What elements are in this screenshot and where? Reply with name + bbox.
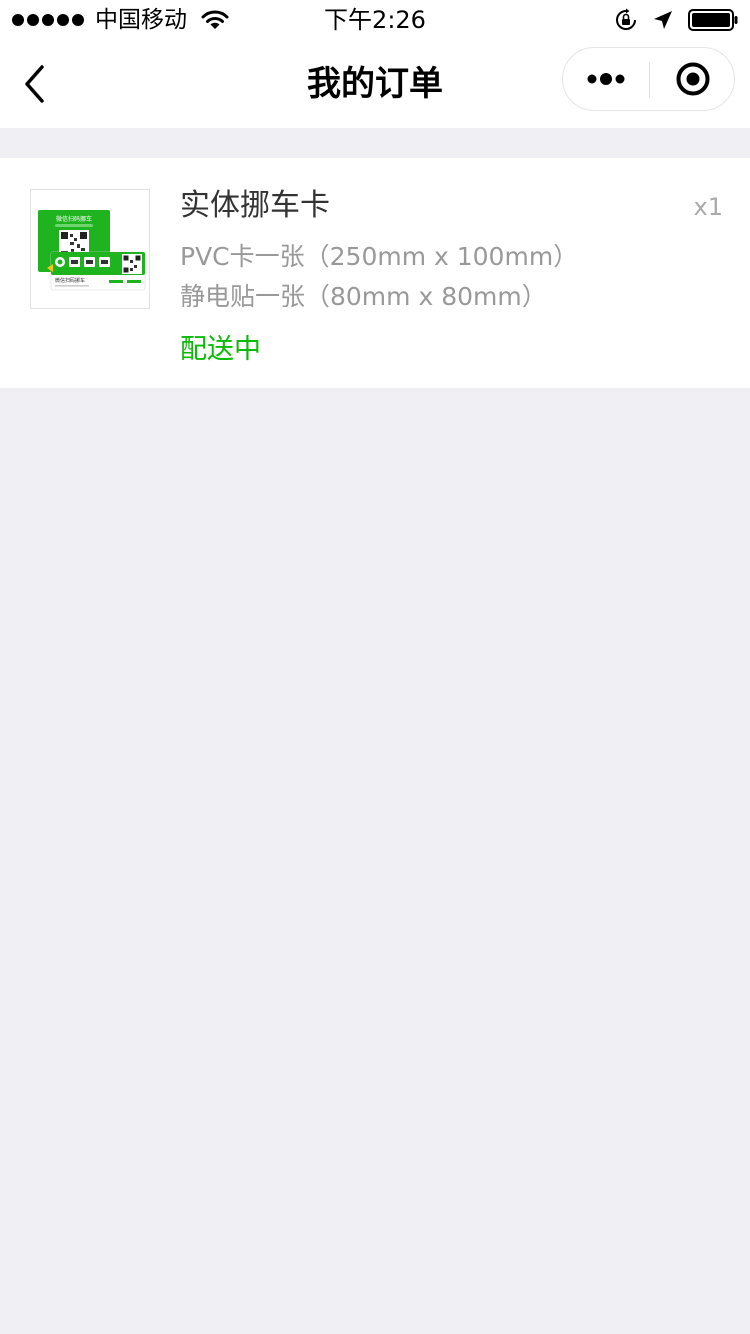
orientation-lock-icon [616, 8, 636, 30]
thumb-sticker-title: 微信扫码挪车 [55, 277, 85, 284]
thumb-card-title: 微信扫码挪车 [56, 215, 92, 223]
product-spec: 静电贴一张（80mm x 80mm） [180, 282, 547, 311]
more-button[interactable] [563, 48, 649, 110]
status-bar: 中国移动 下午2:26 [0, 0, 750, 40]
parking-card-image: 微信扫码挪车 微信扫码挪车 [31, 190, 149, 308]
product-name: 实体挪车卡 [180, 188, 330, 223]
more-dots-icon [587, 73, 625, 85]
order-item[interactable]: 微信扫码挪车 微信扫码挪车 实体挪车卡 x1 PVC卡一张（250mm x 10… [0, 158, 750, 388]
product-spec: PVC卡一张（250mm x 100mm） [180, 242, 579, 271]
location-arrow-icon [654, 11, 672, 29]
record-circle-icon [676, 62, 709, 96]
order-status: 配送中 [180, 334, 261, 365]
close-mini-program-button[interactable] [650, 48, 735, 110]
status-bar-right [614, 6, 738, 34]
product-thumbnail: 微信扫码挪车 微信扫码挪车 [30, 189, 150, 309]
battery-icon [688, 9, 738, 31]
mini-program-capsule [562, 47, 735, 111]
product-quantity: x1 [693, 193, 723, 221]
nav-bar: 我的订单 [0, 40, 750, 128]
